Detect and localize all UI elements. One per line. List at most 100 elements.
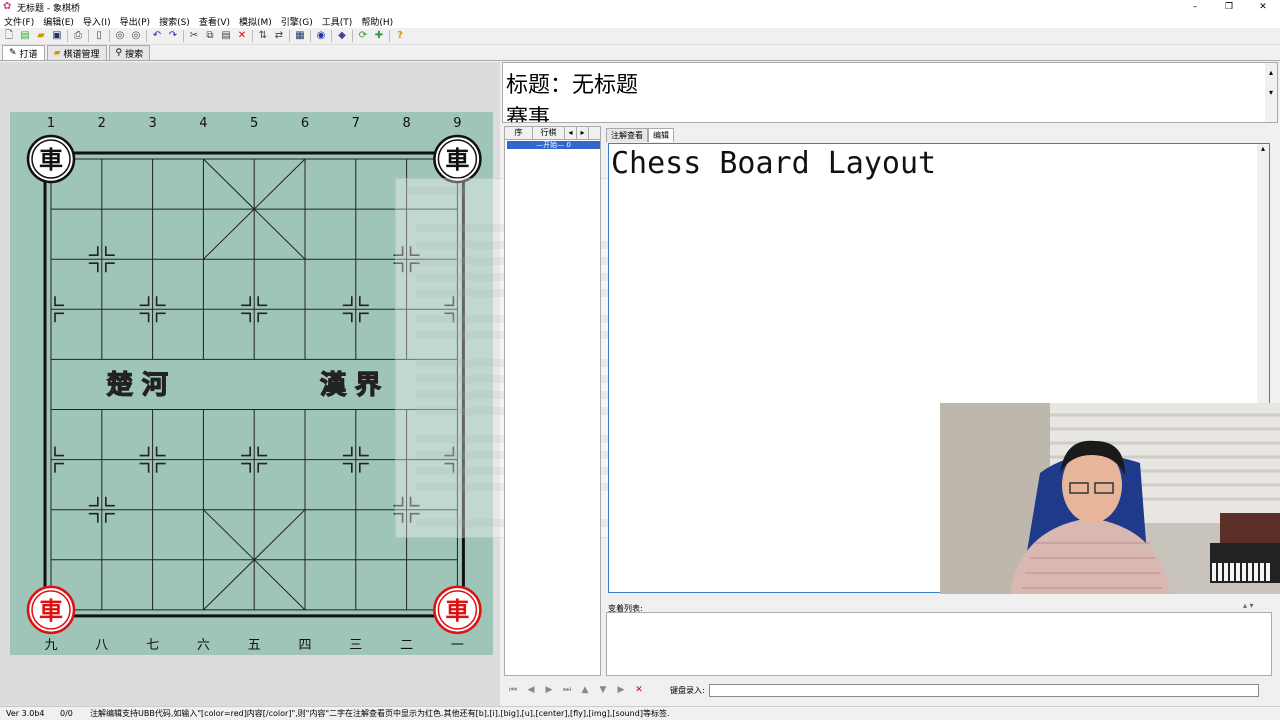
tab-comment-edit[interactable]: 编辑: [648, 128, 674, 142]
position-marker: [88, 496, 99, 507]
folder-icon: ▰: [53, 48, 61, 58]
maximize-button[interactable]: ❐: [1212, 0, 1246, 14]
file-number-top: 9: [453, 116, 461, 131]
position-marker: [105, 512, 115, 523]
tab-comment-view[interactable]: 注解查看: [606, 128, 648, 142]
engine-icon[interactable]: ◉: [315, 30, 327, 42]
webcam-image: [940, 403, 1280, 594]
next-move-button[interactable]: ▶: [540, 683, 558, 697]
menu-bar: 文件(F) 编辑(E) 导入(I) 导出(P) 搜索(S) 查看(V) 模拟(M…: [0, 14, 1280, 28]
title-bar: ✿ 无标题 - 象棋桥 – ❐ ✕: [0, 0, 1280, 14]
forward-icon[interactable]: ◎: [130, 30, 142, 42]
position-marker: [358, 312, 369, 323]
chevron-right-icon[interactable]: ▸: [577, 127, 589, 139]
trash-icon[interactable]: ▯: [93, 30, 105, 42]
position-marker: [241, 312, 251, 323]
game-title: 标题：无标题: [506, 73, 639, 98]
keyboard-input-label: 键盘录入:: [670, 685, 705, 695]
first-move-button[interactable]: ⏮: [504, 683, 522, 697]
editor-content[interactable]: Chess Board Layout: [611, 146, 936, 181]
close-button[interactable]: ✕: [1246, 0, 1280, 14]
position-marker: [241, 296, 251, 307]
position-marker: [88, 512, 99, 523]
position-marker: [342, 462, 353, 473]
file-number-top: 5: [250, 116, 258, 131]
river-text-chu: 楚 河: [107, 370, 168, 400]
list-item[interactable]: —开始— 0: [507, 141, 600, 149]
back-icon[interactable]: ◎: [114, 30, 126, 42]
variation-list[interactable]: [606, 612, 1272, 676]
paste-icon[interactable]: ▤: [220, 30, 232, 42]
file-number-top: 3: [148, 116, 156, 131]
variation-down-button[interactable]: ▼: [594, 683, 612, 697]
status-count: 0/0: [60, 709, 73, 718]
position-marker: [358, 446, 369, 457]
help-icon[interactable]: ?: [394, 30, 406, 42]
keyboard-input[interactable]: [708, 683, 1259, 697]
app-icon: ✿: [3, 1, 12, 12]
menu-export[interactable]: 导出(P): [120, 15, 150, 28]
variation-up-button[interactable]: ▲: [576, 683, 594, 697]
position-marker: [257, 312, 268, 323]
position-marker: [139, 446, 150, 457]
file-number-top: 4: [199, 116, 207, 131]
folder-icon[interactable]: ▰: [35, 30, 47, 42]
position-marker: [54, 296, 64, 307]
menu-tools[interactable]: 工具(T): [322, 15, 353, 28]
position-marker: [358, 296, 369, 307]
tab-game-manager[interactable]: ▰ 棋谱管理: [46, 45, 107, 60]
puzzle-icon[interactable]: ✚: [373, 30, 385, 42]
play-button[interactable]: ▶: [612, 683, 630, 697]
river-text-han: 漢 界: [320, 370, 381, 400]
menu-help[interactable]: 帮助(H): [361, 15, 393, 28]
header-scrollbar[interactable]: ▴ ▾: [1265, 63, 1277, 122]
menu-engine[interactable]: 引擎(G): [281, 15, 313, 28]
tab-notation[interactable]: ✎ 打谱: [2, 45, 45, 60]
file-number-bottom: 八: [95, 638, 108, 653]
open-icon[interactable]: ▤: [19, 30, 31, 42]
position-marker: [257, 296, 268, 307]
file-number-top: 2: [98, 116, 106, 131]
position-marker: [155, 312, 166, 323]
flip-horizontal-icon[interactable]: ⇄: [273, 30, 285, 42]
board-icon[interactable]: ▦: [294, 30, 306, 42]
tag-icon[interactable]: ◆: [336, 30, 348, 42]
comment-tabs: 注解查看 编辑: [606, 127, 674, 142]
menu-search[interactable]: 搜索(S): [159, 15, 190, 28]
refresh-icon[interactable]: ⟳: [357, 30, 369, 42]
print-icon[interactable]: ⎙: [72, 30, 84, 42]
pencil-icon: ✎: [9, 48, 17, 58]
col-index[interactable]: 序: [505, 127, 533, 139]
col-move[interactable]: 行棋: [533, 127, 565, 139]
flip-vertical-icon[interactable]: ⇅: [257, 30, 269, 42]
delete-icon[interactable]: ✕: [236, 30, 248, 42]
delete-move-button[interactable]: ✕: [630, 683, 648, 697]
tab-search[interactable]: ⚲ 搜索: [108, 45, 151, 60]
position-marker: [105, 496, 115, 507]
save-icon[interactable]: ▣: [51, 30, 63, 42]
prev-move-button[interactable]: ◀: [522, 683, 540, 697]
position-marker: [105, 262, 115, 273]
file-number-bottom: 五: [248, 638, 261, 653]
last-move-button[interactable]: ⏭: [558, 683, 576, 697]
copy-icon[interactable]: ⧉: [204, 30, 216, 42]
cut-icon[interactable]: ✂: [188, 30, 200, 42]
menu-import[interactable]: 导入(I): [83, 15, 111, 28]
window-title: 无标题 - 象棋桥: [17, 3, 80, 14]
position-marker: [241, 462, 251, 473]
move-list: 序 行棋 ◂ ▸ —开始— 0: [504, 126, 601, 676]
position-marker: [54, 312, 64, 323]
toolbar: 🗋 ▤ ▰ ▣ ⎙ ▯ ◎ ◎ ↶ ↷ ✂ ⧉ ▤ ✕ ⇅ ⇄ ▦ ◉ ◆ ⟳ …: [0, 28, 1280, 45]
redo-icon[interactable]: ↷: [167, 30, 179, 42]
undo-icon[interactable]: ↶: [151, 30, 163, 42]
variation-scroll-arrows[interactable]: ▴ ▾: [1243, 601, 1254, 610]
main-tabs: ✎ 打谱 ▰ 棋谱管理 ⚲ 搜索: [0, 45, 1280, 61]
menu-file[interactable]: 文件(F): [4, 15, 34, 28]
menu-simulate[interactable]: 模拟(M): [239, 15, 272, 28]
new-icon[interactable]: 🗋: [3, 30, 15, 42]
menu-view[interactable]: 查看(V): [199, 15, 230, 28]
minimize-button[interactable]: –: [1178, 0, 1212, 14]
chevron-left-icon[interactable]: ◂: [565, 127, 577, 139]
position-marker: [358, 462, 369, 473]
menu-edit[interactable]: 编辑(E): [43, 15, 74, 28]
